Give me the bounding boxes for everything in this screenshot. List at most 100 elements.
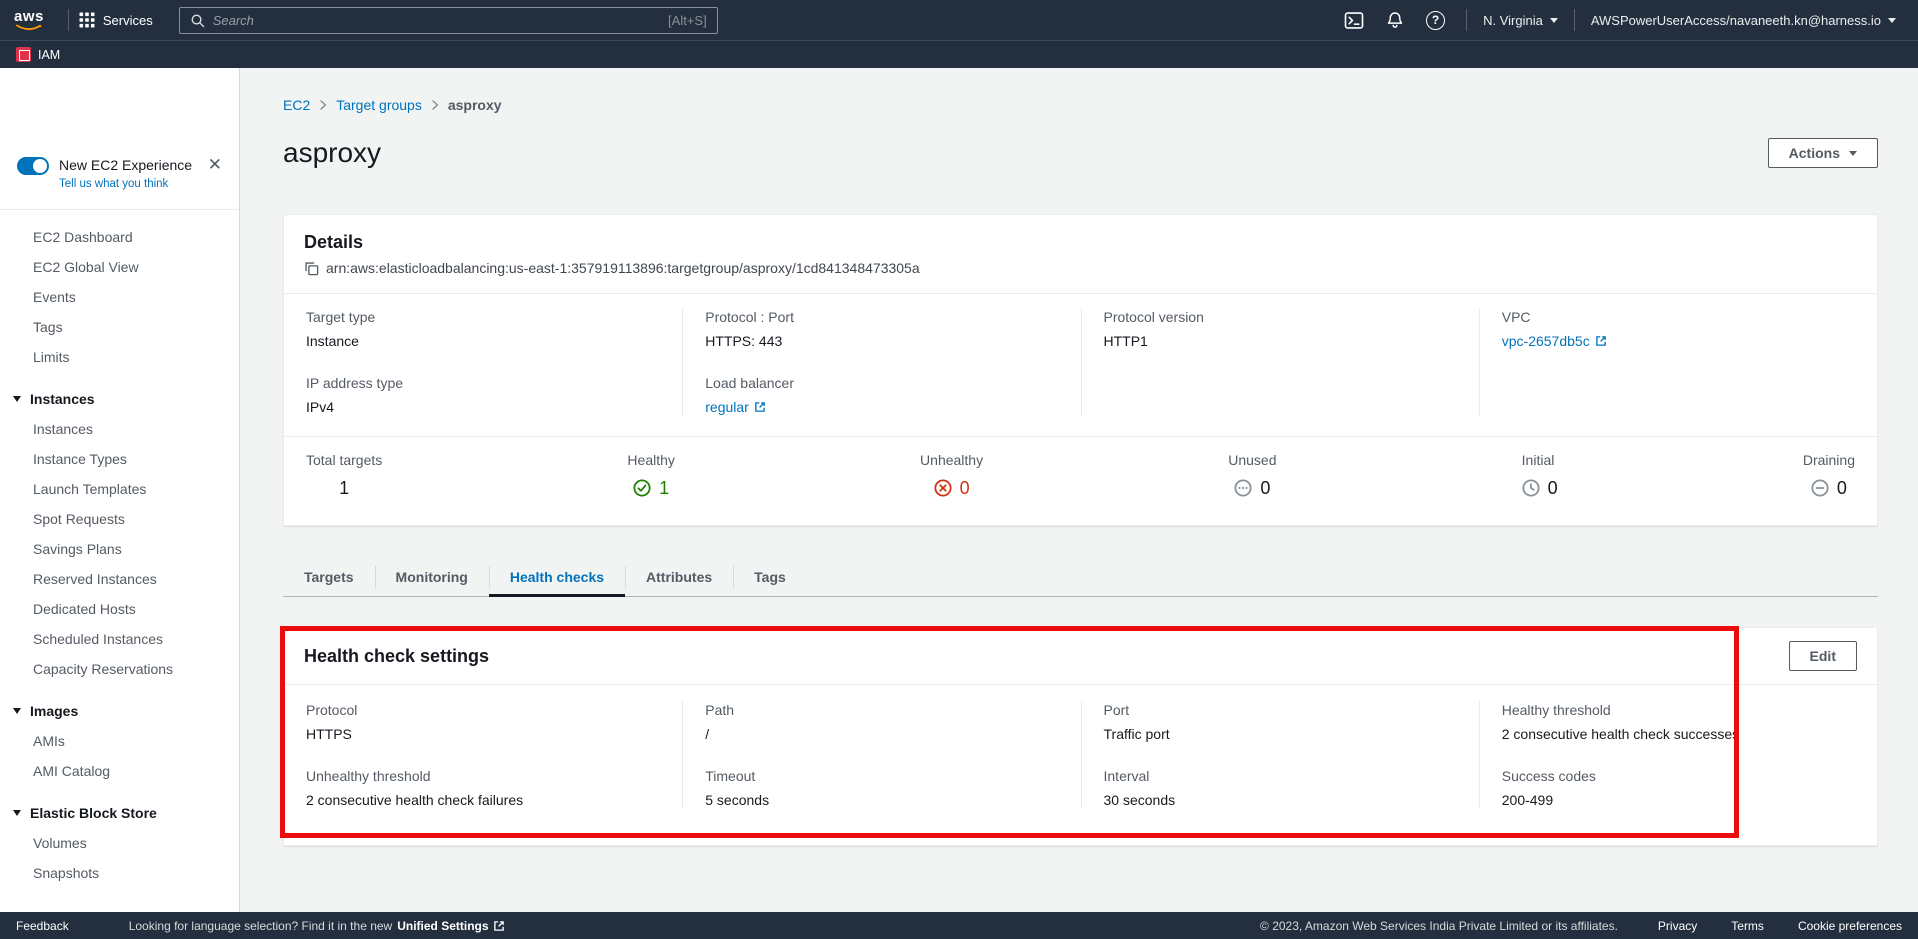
sidebar-item-tags[interactable]: Tags <box>0 312 239 342</box>
breadcrumb-ec2[interactable]: EC2 <box>283 95 310 115</box>
console-footer: Feedback Looking for language selection?… <box>0 912 1918 939</box>
account-menu[interactable]: AWSPowerUserAccess/navaneeth.kn@harness.… <box>1591 13 1896 28</box>
tell-us-what-you-think-link[interactable]: Tell us what you think <box>59 178 168 190</box>
load-balancer-link[interactable]: regular <box>705 398 766 416</box>
notifications-button[interactable] <box>1386 11 1404 29</box>
cookie-preferences-link[interactable]: Cookie preferences <box>1798 919 1902 933</box>
chevron-down-icon <box>1849 151 1857 156</box>
counter-total-targets: Total targets 1 <box>306 451 382 499</box>
field-value: Instance <box>306 332 660 350</box>
field-value: HTTPS: 443 <box>705 332 1058 350</box>
services-menu-button[interactable]: Services <box>79 12 153 28</box>
sidebar-item-ami-catalog[interactable]: AMI Catalog <box>0 756 239 786</box>
chevron-right-icon <box>319 99 327 111</box>
search-icon <box>190 13 205 28</box>
terms-link[interactable]: Terms <box>1731 919 1764 933</box>
help-button[interactable]: ? <box>1426 11 1445 30</box>
feedback-link[interactable]: Feedback <box>16 919 69 933</box>
breadcrumb: EC2 Target groups asproxy <box>283 95 1878 115</box>
copy-arn-button[interactable] <box>304 261 319 276</box>
field-value: 2 consecutive health check successes <box>1502 725 1855 743</box>
favorite-iam-link[interactable]: IAM <box>16 47 60 62</box>
vpc-link[interactable]: vpc-2657db5c <box>1502 332 1607 350</box>
sidebar-item-dedicated-hosts[interactable]: Dedicated Hosts <box>0 594 239 624</box>
field-label: Target type <box>306 308 660 326</box>
sidebar-item-amis[interactable]: AMIs <box>0 726 239 756</box>
sidebar-item-ec2-global-view[interactable]: EC2 Global View <box>0 252 239 282</box>
tab-tags[interactable]: Tags <box>733 556 807 597</box>
chevron-down-icon <box>13 708 21 714</box>
breadcrumb-target-groups[interactable]: Target groups <box>336 95 422 115</box>
tab-targets[interactable]: Targets <box>283 556 375 597</box>
sidebar-item-capacity-reservations[interactable]: Capacity Reservations <box>0 654 239 684</box>
tab-health-checks[interactable]: Health checks <box>489 556 625 597</box>
services-grid-icon <box>79 12 95 28</box>
sidebar-item-scheduled-instances[interactable]: Scheduled Instances <box>0 624 239 654</box>
copyright-text: © 2023, Amazon Web Services India Privat… <box>1260 919 1618 933</box>
field-label: Path <box>705 701 1058 719</box>
sidebar-nav: EC2 Dashboard EC2 Global View Events Tag… <box>0 210 239 888</box>
sidebar-item-savings-plans[interactable]: Savings Plans <box>0 534 239 564</box>
sidebar-item-events[interactable]: Events <box>0 282 239 312</box>
field-label: Healthy threshold <box>1502 701 1855 719</box>
aws-smile-icon <box>16 24 42 31</box>
global-search-box[interactable]: [Alt+S] <box>179 7 718 34</box>
field-label: IP address type <box>306 374 660 392</box>
counter-initial: Initial 0 <box>1522 451 1558 499</box>
field-value: IPv4 <box>306 398 660 416</box>
region-selector[interactable]: N. Virginia <box>1483 13 1558 28</box>
privacy-link[interactable]: Privacy <box>1658 919 1697 933</box>
bell-icon <box>1386 11 1404 29</box>
sidebar-section-images[interactable]: Images <box>0 696 239 726</box>
field-value: 5 seconds <box>705 791 1058 809</box>
field-value: / <box>705 725 1058 743</box>
sidebar-item-spot-requests[interactable]: Spot Requests <box>0 504 239 534</box>
aws-logo[interactable]: aws <box>14 10 44 31</box>
search-input[interactable] <box>213 13 660 28</box>
external-link-icon <box>754 401 766 413</box>
minus-circle-icon <box>1811 479 1829 497</box>
iam-label: IAM <box>38 48 60 62</box>
sidebar-item-volumes[interactable]: Volumes <box>0 828 239 858</box>
actions-button[interactable]: Actions <box>1768 138 1878 168</box>
close-icon[interactable]: ✕ <box>205 156 225 174</box>
field-value: Traffic port <box>1104 725 1457 743</box>
region-label: N. Virginia <box>1483 13 1543 28</box>
field-value: HTTPS <box>306 725 660 743</box>
field-label: Success codes <box>1502 767 1855 785</box>
sidebar-item-instance-types[interactable]: Instance Types <box>0 444 239 474</box>
external-link-icon <box>1595 335 1607 347</box>
sidebar-item-reserved-instances[interactable]: Reserved Instances <box>0 564 239 594</box>
breadcrumb-current: asproxy <box>448 95 502 115</box>
cloudshell-terminal-icon <box>1344 12 1364 29</box>
chevron-right-icon <box>431 99 439 111</box>
health-check-settings-card: Health check settings Edit ProtocolHTTPS… <box>283 627 1878 846</box>
cloudshell-button[interactable] <box>1344 12 1364 29</box>
new-experience-toggle[interactable] <box>17 157 49 175</box>
sidebar-item-instances[interactable]: Instances <box>0 414 239 444</box>
tab-monitoring[interactable]: Monitoring <box>375 556 489 597</box>
field-label: VPC <box>1502 308 1855 326</box>
sidebar-item-snapshots[interactable]: Snapshots <box>0 858 239 888</box>
details-card: Details arn:aws:elasticloadbalancing:us-… <box>283 214 1878 526</box>
search-shortcut-hint: [Alt+S] <box>668 13 707 28</box>
main-content: EC2 Target groups asproxy asproxy Action… <box>240 68 1918 912</box>
sidebar-section-elastic-block-store[interactable]: Elastic Block Store <box>0 798 239 828</box>
details-title: Details <box>304 231 1857 253</box>
page-title: asproxy <box>283 135 381 171</box>
tab-attributes[interactable]: Attributes <box>625 556 733 597</box>
check-circle-icon <box>633 479 651 497</box>
sidebar-section-instances[interactable]: Instances <box>0 384 239 414</box>
sidebar-item-launch-templates[interactable]: Launch Templates <box>0 474 239 504</box>
x-circle-icon <box>934 479 952 497</box>
sidebar-item-limits[interactable]: Limits <box>0 342 239 372</box>
field-label: Load balancer <box>705 374 1058 392</box>
target-summary-row: Total targets 1 Healthy 1 Unhealthy 0 Un… <box>284 436 1877 525</box>
divider <box>68 9 69 31</box>
sidebar-item-ec2-dashboard[interactable]: EC2 Dashboard <box>0 222 239 252</box>
unified-settings-link[interactable]: Unified Settings <box>397 919 504 933</box>
edit-button[interactable]: Edit <box>1789 641 1857 671</box>
counter-unhealthy: Unhealthy 0 <box>920 451 983 499</box>
services-label: Services <box>103 13 153 28</box>
language-selection-note: Looking for language selection? Find it … <box>129 919 505 933</box>
